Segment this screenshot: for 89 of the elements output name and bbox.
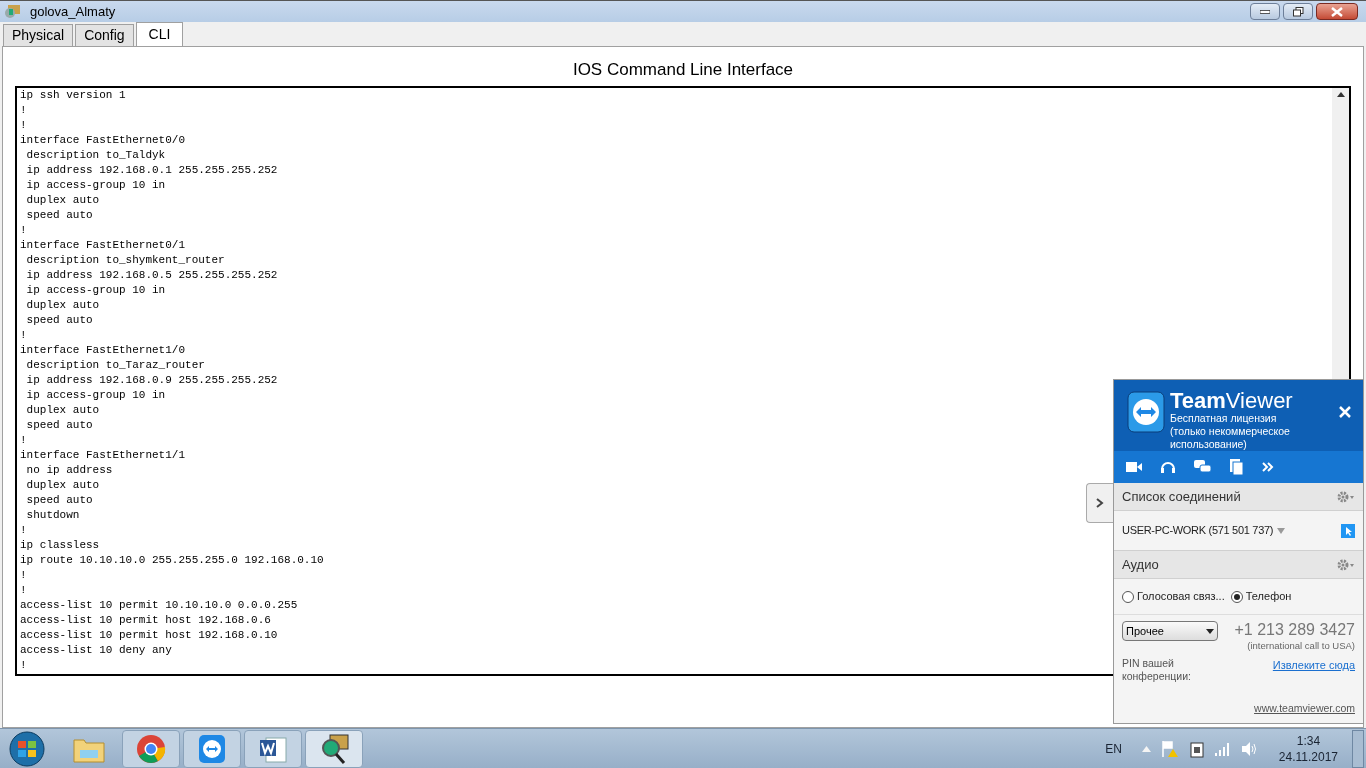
terminal-line: ! [20,432,27,448]
terminal-line: ! [20,102,27,118]
taskbar-button[interactable] [244,729,302,768]
terminal-line: interface FastEthernet1/1 [20,447,186,463]
terminal-line: ! [20,222,27,238]
close-icon [1331,6,1343,17]
terminal-line: speed auto [25,492,93,508]
gear-icon[interactable] [1337,558,1355,571]
terminal-line: speed auto [25,207,93,223]
dropdown-caret-icon [1206,628,1214,634]
chevron-right-icon [1096,498,1104,508]
phone-note: (international call to USA) [1247,639,1355,653]
terminal-line: ip classless [20,537,100,553]
app-icon [4,3,22,20]
radio-option[interactable]: Голосовая связ... [1122,588,1225,605]
terminal-line: description to_Taraz_router [25,357,205,373]
gear-icon[interactable] [1337,490,1355,503]
terminal-line: duplex auto [25,192,100,208]
terminal-line: access-list 10 permit host 192.168.0.6 [20,612,271,628]
terminal-line: access-list 10 permit host 192.168.0.10 [20,627,278,643]
tab[interactable]: CLI [135,22,184,46]
terminal-line: ip access-group 10 in [25,282,166,298]
taskbar-button[interactable] [183,729,241,768]
terminal-line: speed auto [25,417,93,433]
pin-label: PIN вашей конференции: [1122,657,1192,684]
terminal-line: ip ssh version 1 [20,87,126,103]
radio-button[interactable] [1122,590,1134,603]
terminal-line: ! [20,522,27,538]
section-title: Аудио [1122,555,1159,574]
terminal-line: ip access-group 10 in [25,387,166,403]
cursor-icon[interactable] [1341,523,1355,538]
language-indicator[interactable]: EN [1105,739,1122,758]
terminal-line: duplex auto [25,297,100,313]
terminal-line: ! [20,582,27,598]
minimize-button[interactable] [1250,3,1280,20]
browser-icon [136,733,166,764]
terminal-line: ip address 192.168.0.1 255.255.255.252 [25,162,278,178]
minimize-icon [1260,9,1270,14]
country-select[interactable]: Прочее [1122,621,1218,641]
terminal-line: ! [20,657,27,673]
terminal-line: interface FastEthernet0/1 [20,237,186,253]
collapse-tab[interactable] [1086,483,1113,523]
start-button-icon[interactable] [8,730,46,767]
terminal-line: description to_Taldyk [25,147,166,163]
terminal-line: shutdown [25,507,80,523]
terminal-line: no ip address [25,462,113,478]
close-button[interactable] [1316,3,1358,20]
document-list-icon[interactable] [1230,459,1244,475]
tab[interactable]: Physical [3,24,74,46]
clock-date[interactable]: 24.11.2017 [1278,748,1338,765]
website-link[interactable]: www.teamviewer.com [1254,701,1355,717]
headset-icon[interactable] [1160,459,1176,475]
radio-option[interactable]: Телефон [1230,588,1292,605]
connection-item[interactable]: USER-PC-WORK (571 501 737) [1122,522,1274,539]
terminal-line: ! [20,567,27,583]
section-title: Список соединений [1122,487,1241,506]
double-chevron-icon[interactable] [1262,462,1274,472]
terminal-line: duplex auto [25,477,100,493]
terminal-line: ! [20,117,27,133]
restore-button[interactable] [1283,3,1313,20]
terminal-line: ! [20,327,27,343]
teamviewer-logo [1126,390,1166,434]
terminal-line: ip address 192.168.0.9 255.255.255.252 [25,372,278,388]
terminal-line: interface FastEthernet1/0 [20,342,186,358]
close-icon[interactable] [1339,406,1351,418]
terminal-line: interface FastEthernet0/0 [20,132,186,148]
terminal-line: ip route 10.10.10.0 255.255.255.0 192.168.0.10 [20,552,324,568]
teamviewer-brand: TeamViewer [1170,390,1294,412]
scroll-up-icon[interactable] [1336,91,1345,97]
terminal-line: description to_shymkent_router [25,252,225,268]
restore-icon [1292,6,1304,17]
taskbar-button[interactable] [305,729,363,768]
terminal-line: ip access-group 10 in [25,177,166,193]
pin-link[interactable]: Извлеките сюда [1272,657,1355,674]
terminal-line: duplex auto [25,402,100,418]
terminal-line: speed auto [25,312,93,328]
radio-button[interactable] [1230,590,1243,603]
chat-bubbles-icon[interactable] [1194,459,1212,475]
license-text: Бесплатная лицензия (только некоммерческое использование) [1170,412,1291,451]
tab[interactable]: Config [75,24,134,46]
phone-number: +1 213 289 3427 [1234,621,1355,639]
cli-heading: IOS Command Line Interface [571,59,795,81]
window-title: golova_Almaty [30,2,116,21]
video-camera-icon[interactable] [1126,461,1142,473]
terminal-line: access-list 10 deny any [20,642,172,658]
dropdown-caret-icon[interactable] [1277,527,1286,534]
clock-time[interactable]: 1:34 [1296,732,1321,749]
terminal-line: access-list 10 permit 10.10.10.0 0.0.0.255 [20,597,298,613]
terminal-line: ip address 192.168.0.5 255.255.255.252 [25,267,278,283]
